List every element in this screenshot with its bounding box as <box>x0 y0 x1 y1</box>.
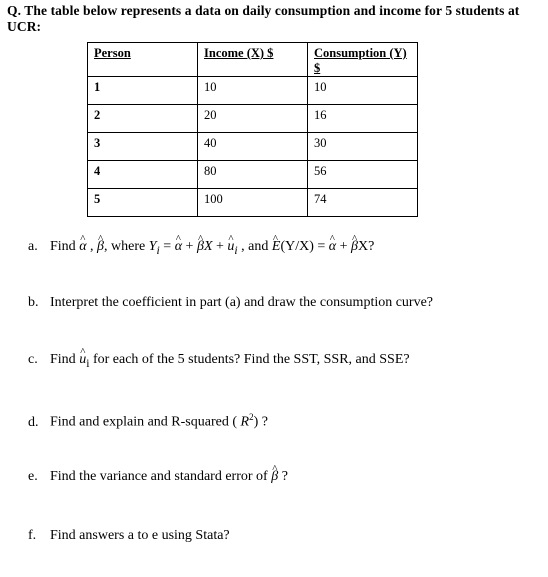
header-consumption: Consumption (Y) $ <box>307 42 418 77</box>
question-d: d. Find and explain and R-squared ( R2) ? <box>28 412 268 430</box>
cell-person: 4 <box>87 160 198 189</box>
question-e: e. Find the variance and standard error o… <box>28 461 288 485</box>
header-person: Person <box>87 42 198 77</box>
cell-consumption: 16 <box>307 104 418 133</box>
cell-person: 2 <box>87 104 198 133</box>
question-title: Q. The table below represents a data on … <box>7 3 520 34</box>
question-b: b. Interpret the coefficient in part (a) … <box>28 295 434 310</box>
cell-person: 3 <box>87 132 198 161</box>
beta-hat-symbol: β <box>271 461 278 485</box>
cell-consumption: 74 <box>307 188 418 217</box>
table-row: 1 10 10 <box>87 76 418 105</box>
cell-consumption: 30 <box>307 132 418 161</box>
data-table: Person Income (X) $ Consumption (Y) $ 1 … <box>87 42 418 217</box>
question-f: f. Find answers a to e using Stata? <box>28 528 230 543</box>
table-row: 2 20 16 <box>87 104 418 133</box>
cell-person: 5 <box>87 188 198 217</box>
header-income: Income (X) $ <box>197 42 308 77</box>
cell-income: 20 <box>197 104 308 133</box>
table-row: 4 80 56 <box>87 160 418 189</box>
question-a: a.Find α , β, where Yi = α + βX + ui , a… <box>28 231 374 259</box>
beta-hat-symbol: β <box>97 231 104 255</box>
cell-consumption: 10 <box>307 76 418 105</box>
alpha-hat-symbol: α <box>79 231 86 255</box>
cell-consumption: 56 <box>307 160 418 189</box>
u-hat-symbol: u <box>79 344 86 368</box>
cell-income: 100 <box>197 188 308 217</box>
question-c: c.Find ui for each of the 5 students? Fi… <box>28 344 410 372</box>
cell-income: 10 <box>197 76 308 105</box>
cell-income: 80 <box>197 160 308 189</box>
table-row: 3 40 30 <box>87 132 418 161</box>
cell-person: 1 <box>87 76 198 105</box>
table-row: 5 100 74 <box>87 188 418 217</box>
table-header-row: Person Income (X) $ Consumption (Y) $ <box>87 42 418 77</box>
cell-income: 40 <box>197 132 308 161</box>
